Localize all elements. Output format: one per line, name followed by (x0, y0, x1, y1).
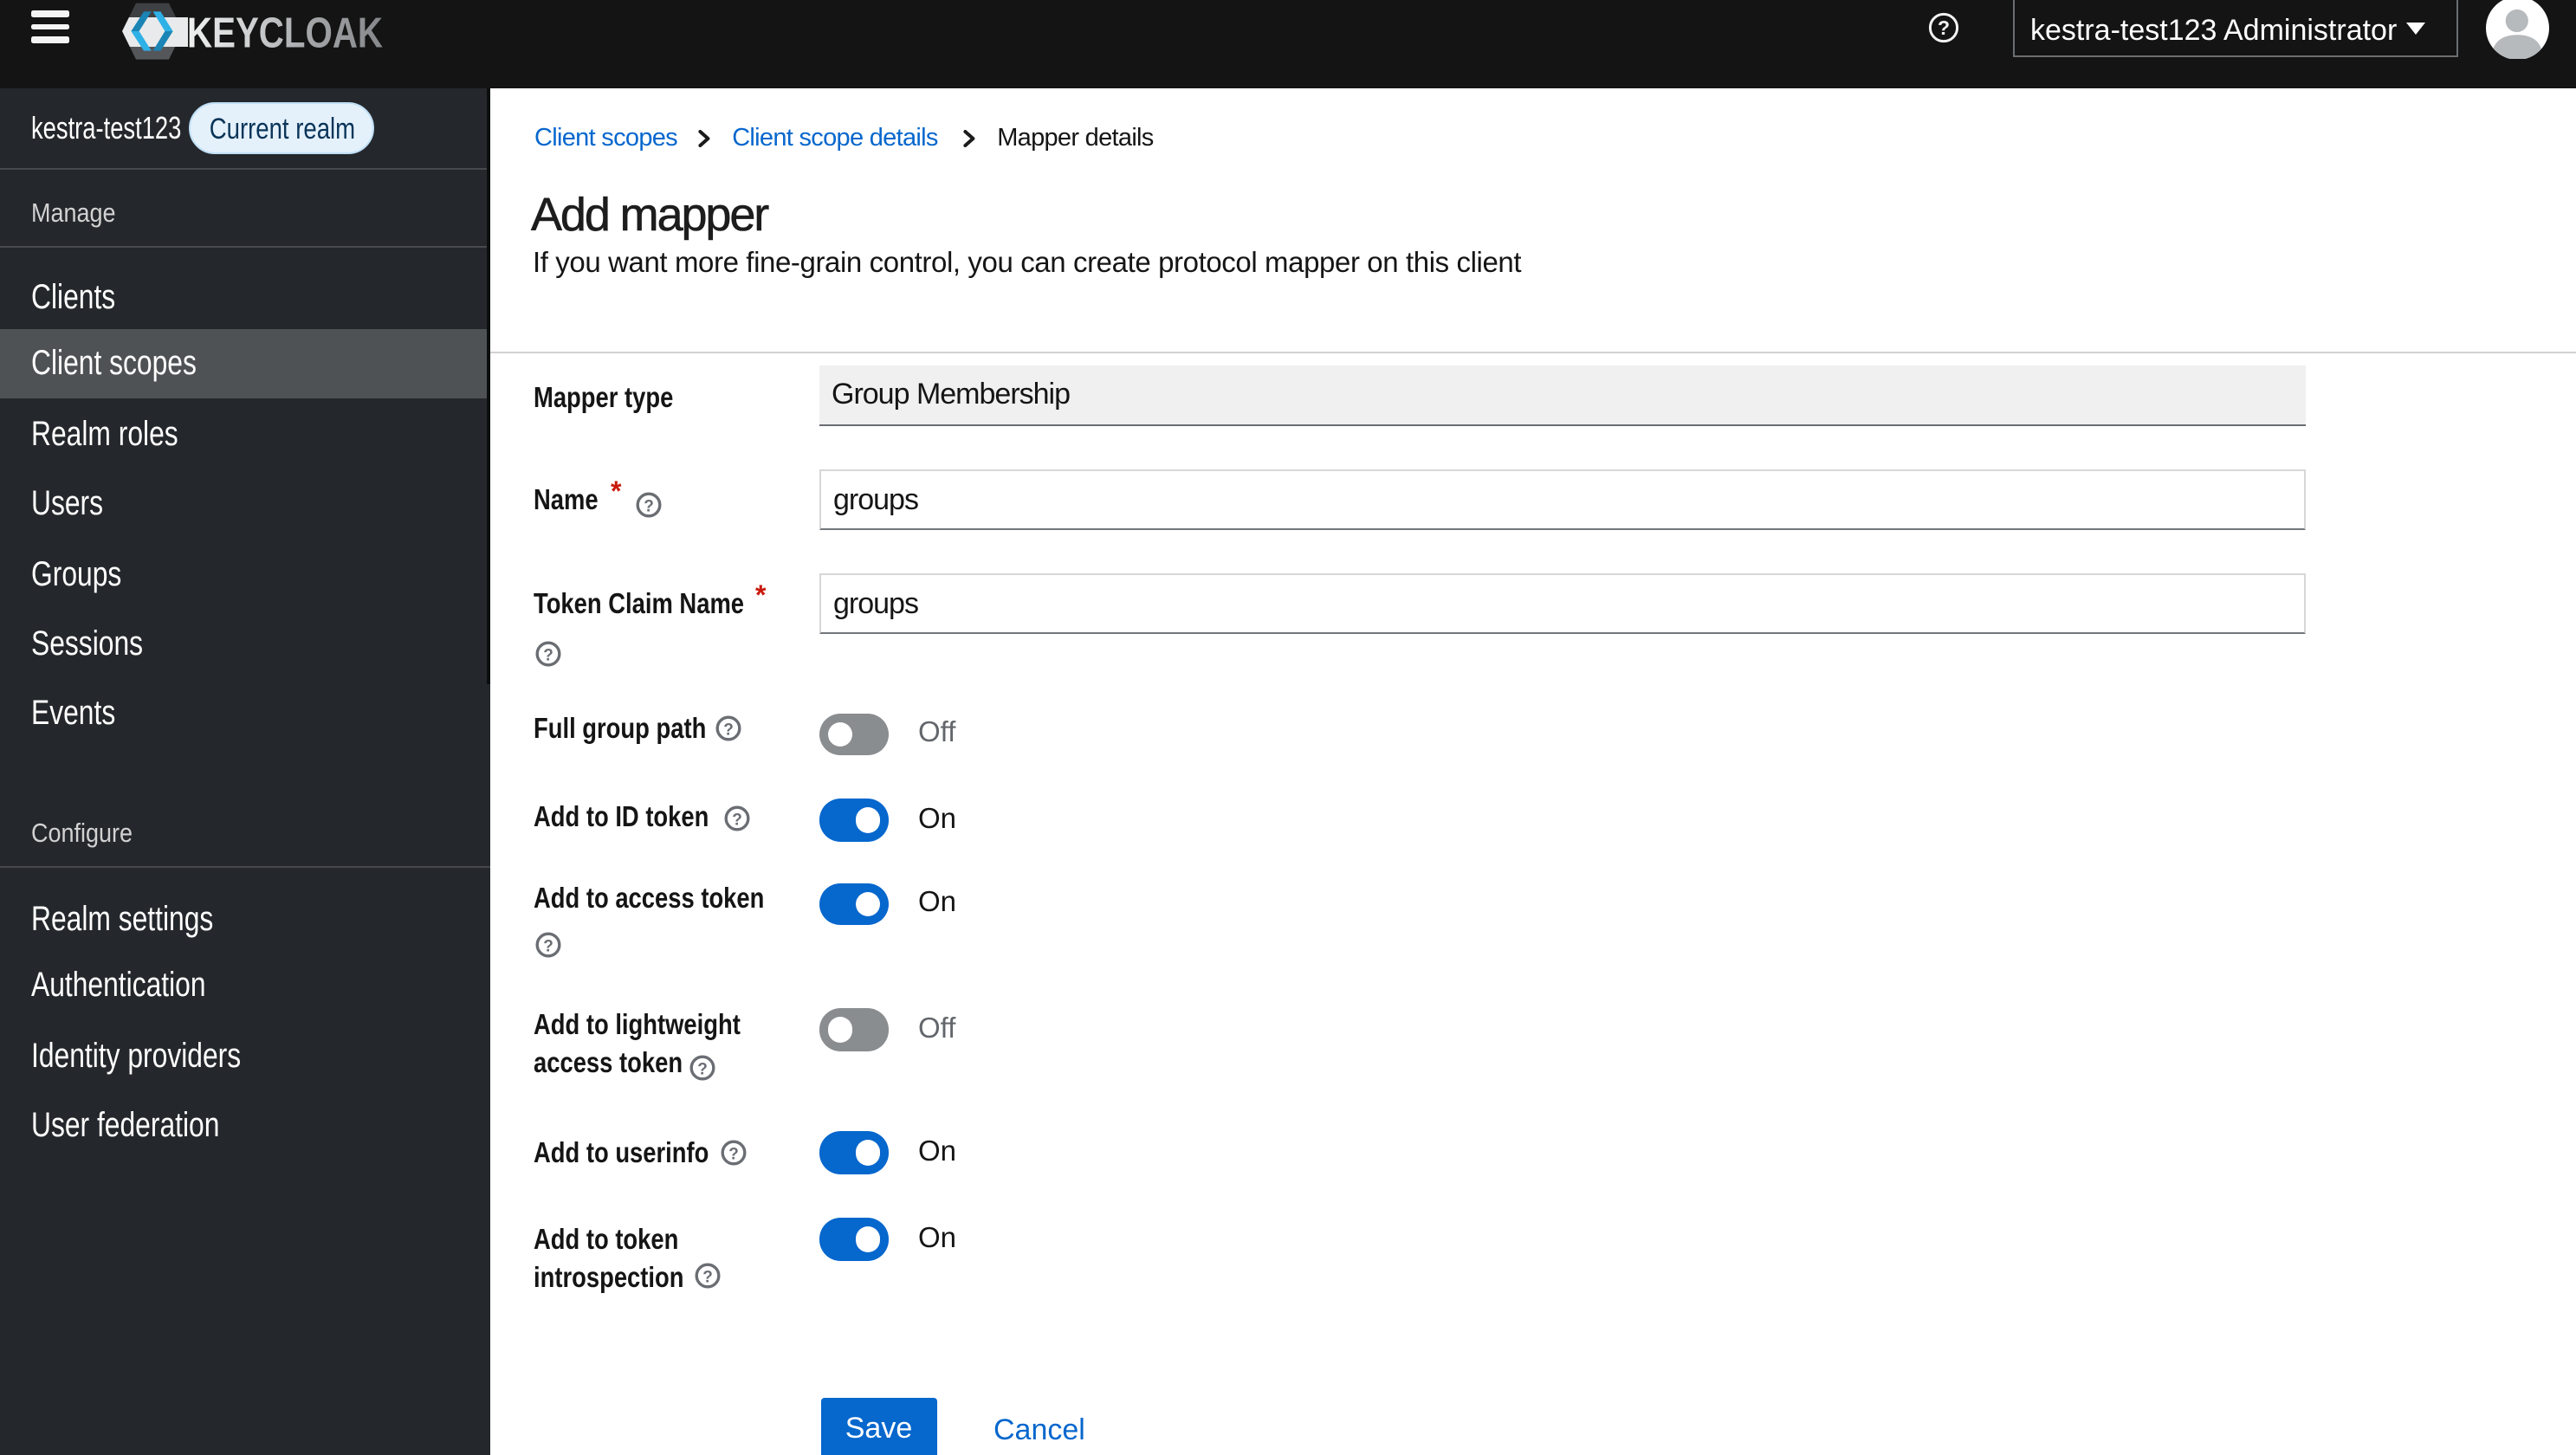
svg-text:?: ? (728, 1145, 738, 1163)
svg-text:?: ? (643, 497, 653, 515)
svg-text:?: ? (543, 645, 553, 663)
svg-text:?: ? (697, 1060, 708, 1078)
svg-text:?: ? (543, 936, 553, 954)
svg-text:?: ? (1937, 16, 1949, 38)
svg-text:?: ? (722, 721, 733, 739)
svg-text:?: ? (702, 1268, 713, 1286)
svg-text:KEYCLOAK: KEYCLOAK (187, 10, 383, 57)
svg-text:?: ? (731, 810, 741, 828)
